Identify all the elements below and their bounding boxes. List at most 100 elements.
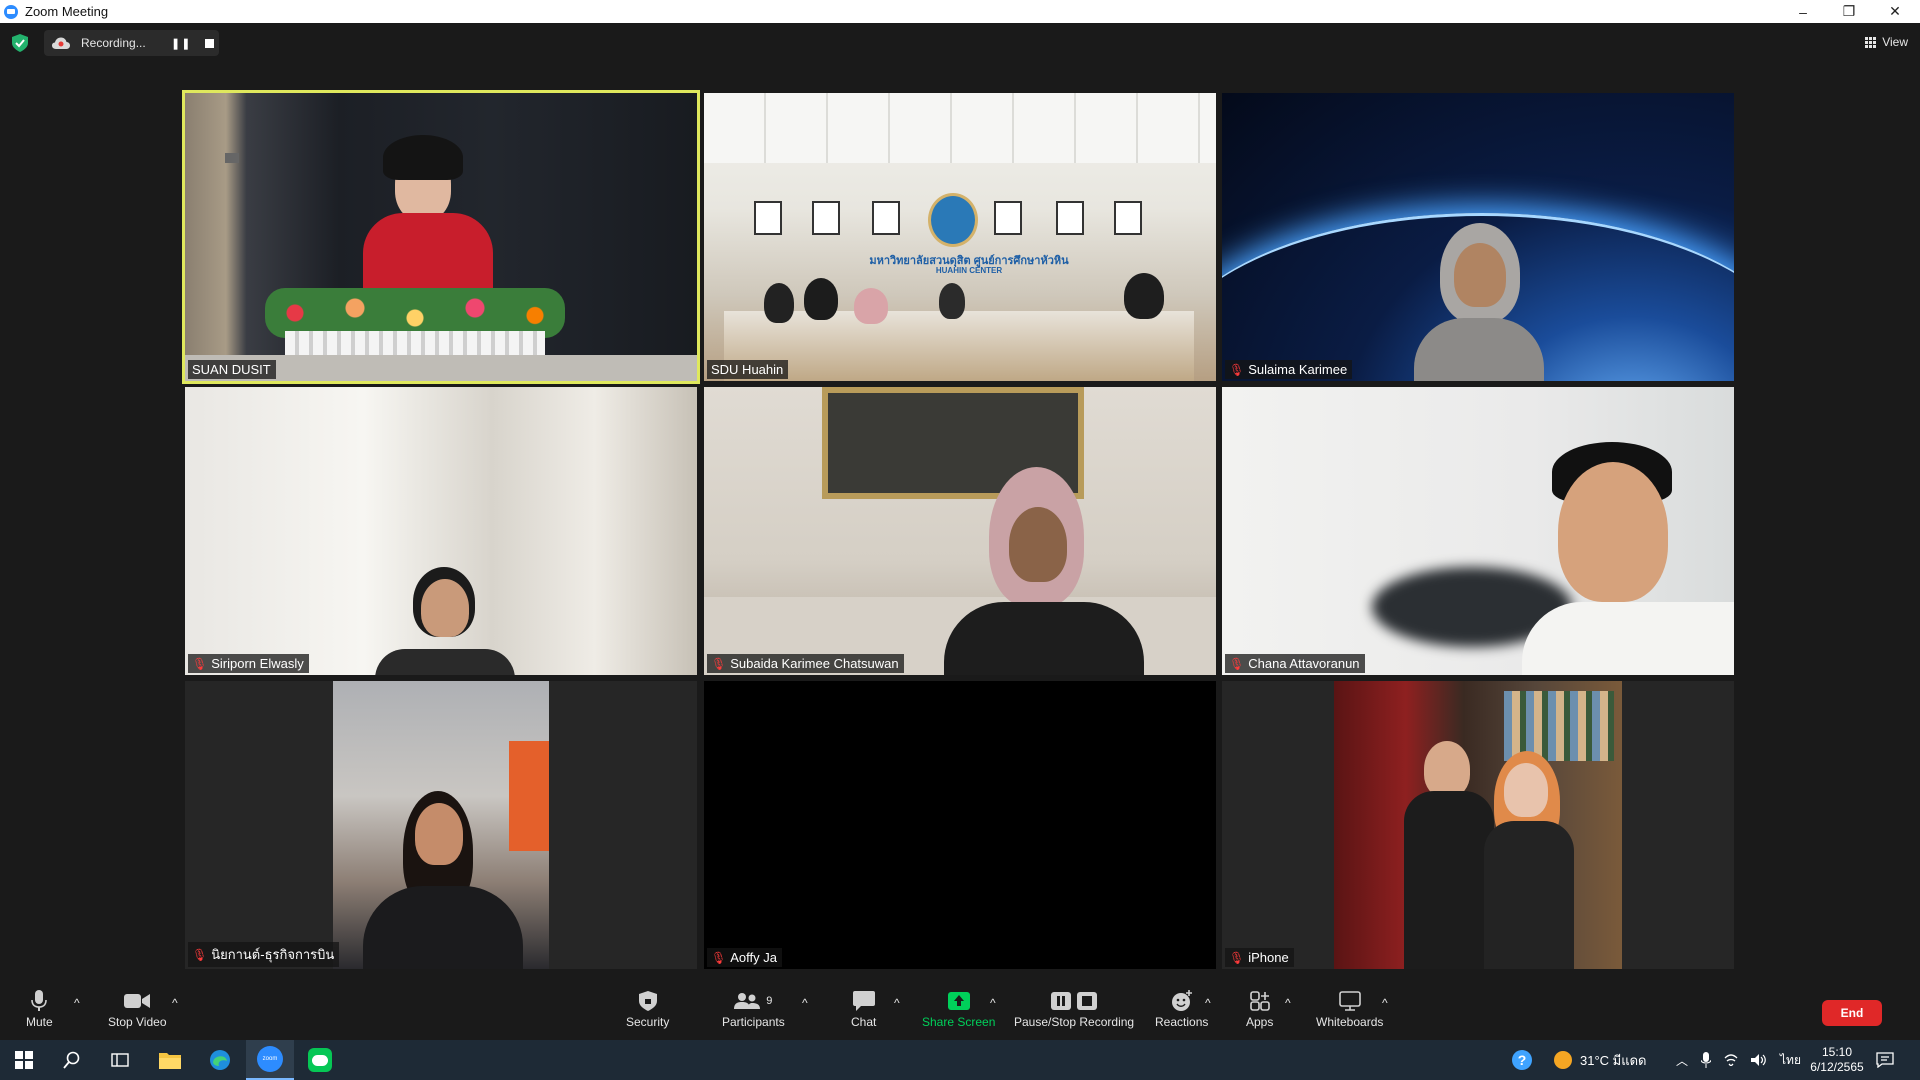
participant-outfit — [1484, 821, 1574, 969]
zoom-taskbar-button[interactable]: zoom — [246, 1040, 294, 1080]
participant-name: Aoffy Ja — [730, 950, 777, 965]
start-button[interactable] — [0, 1040, 48, 1080]
input-language-indicator[interactable]: ไทย — [1780, 1051, 1801, 1070]
volume-icon[interactable] — [1751, 1053, 1767, 1067]
line-app-button[interactable] — [296, 1040, 344, 1080]
participant-face — [1454, 243, 1506, 307]
apps-options-caret[interactable]: ^ — [1285, 996, 1291, 1010]
show-hidden-icons-chevron-icon[interactable]: ︿ — [1676, 1052, 1688, 1069]
video-tile-niyakan[interactable]: 🎙 นิยกานต์-ธุรกิจการบิน — [185, 681, 697, 969]
participants-button[interactable]: 9 Participants — [722, 990, 785, 1029]
participant-shoulders — [944, 602, 1144, 675]
task-view-button[interactable] — [96, 1040, 144, 1080]
participant-name: iPhone — [1248, 950, 1289, 965]
video-tile-chana-attavoranun[interactable]: 🎙 Chana Attavoranun — [1222, 387, 1734, 675]
reactions-label: Reactions — [1155, 1015, 1209, 1029]
clock-date: 6/12/2565 — [1810, 1060, 1864, 1074]
video-tile-sulaima-karimee[interactable]: 🎙 Sulaima Karimee — [1222, 93, 1734, 381]
whiteboard-icon — [1338, 991, 1361, 1011]
participant-face — [1424, 741, 1470, 797]
mute-button[interactable]: Mute — [26, 990, 53, 1029]
window-titlebar: Zoom Meeting – ❐ ✕ — [0, 0, 1920, 23]
video-tile-subaida-karimee-chatsuwan[interactable]: 🎙 Subaida Karimee Chatsuwan — [704, 387, 1216, 675]
weather-widget[interactable]: 31°C มีแดด — [1554, 1040, 1647, 1080]
participant-name: Sulaima Karimee — [1248, 362, 1348, 377]
wifi-icon[interactable] — [1724, 1054, 1738, 1066]
mute-label: Mute — [26, 1015, 53, 1029]
weather-text: 31°C มีแดด — [1580, 1052, 1647, 1068]
participants-options-caret[interactable]: ^ — [802, 996, 808, 1010]
task-view-icon — [111, 1053, 129, 1067]
apps-icon — [1249, 991, 1270, 1011]
participant-name: SDU Huahin — [711, 362, 784, 377]
muted-mic-icon: 🎙 — [192, 947, 208, 962]
participant-face — [415, 803, 463, 865]
system-tray-icons: ︿ ไทย — [1676, 1040, 1801, 1080]
participant-name-tag: 🎙 Chana Attavoranun — [1225, 654, 1365, 673]
video-options-caret[interactable]: ^ — [172, 996, 178, 1010]
participant-shoulders — [375, 649, 515, 675]
reactions-options-caret[interactable]: ^ — [1205, 996, 1211, 1010]
share-screen-button[interactable]: Share Screen — [922, 990, 995, 1029]
close-button[interactable]: ✕ — [1872, 0, 1918, 23]
security-label: Security — [626, 1015, 670, 1029]
attendee — [854, 288, 888, 324]
clock[interactable]: 15:10 6/12/2565 — [1802, 1040, 1872, 1080]
stop-video-button[interactable]: Stop Video — [108, 990, 167, 1029]
meeting-controls: Mute ^ Stop Video ^ Security 9 Participa… — [0, 972, 1920, 1040]
apps-button[interactable]: Apps — [1246, 990, 1273, 1029]
end-meeting-button[interactable]: End — [1822, 1000, 1882, 1026]
view-button[interactable]: View — [1865, 35, 1908, 49]
help-icon-wrapper[interactable]: ? — [1512, 1040, 1532, 1080]
whiteboards-options-caret[interactable]: ^ — [1382, 996, 1388, 1010]
chat-options-caret[interactable]: ^ — [894, 996, 900, 1010]
conference-table — [724, 311, 1194, 381]
sun-weather-icon — [1554, 1051, 1572, 1069]
participant-name-tag: 🎙 Siriporn Elwasly — [188, 654, 309, 673]
participant-name-tag: 🎙 iPhone — [1225, 948, 1294, 967]
wall-portrait — [812, 201, 840, 235]
whiteboards-button[interactable]: Whiteboards — [1316, 990, 1383, 1029]
chat-button[interactable]: Chat — [851, 990, 876, 1029]
edge-browser-button[interactable] — [196, 1040, 244, 1080]
participant-name: Chana Attavoranun — [1248, 656, 1360, 671]
pause-icon — [1051, 992, 1072, 1010]
video-tile-suan-dusit[interactable]: SUAN DUSIT — [182, 90, 700, 384]
participant-shirt — [1522, 602, 1734, 675]
file-explorer-button[interactable] — [146, 1040, 194, 1080]
share-screen-label: Share Screen — [922, 1015, 996, 1029]
video-tile-siriporn-elwasly[interactable]: 🎙 Siriporn Elwasly — [185, 387, 697, 675]
search-icon — [63, 1051, 80, 1069]
share-screen-icon — [947, 992, 970, 1010]
grid-view-icon — [1865, 36, 1877, 48]
reactions-button[interactable]: Reactions — [1155, 990, 1208, 1029]
video-tile-iphone[interactable]: 🎙 iPhone — [1222, 681, 1734, 969]
encryption-shield-icon[interactable] — [12, 34, 28, 52]
stop-recording-button[interactable] — [205, 38, 215, 48]
whiteboards-label: Whiteboards — [1316, 1015, 1384, 1029]
meeting-topbar: Recording... ❚❚ View — [0, 23, 1920, 63]
pause-recording-button[interactable]: ❚❚ — [171, 37, 191, 50]
university-emblem — [928, 193, 978, 247]
security-button[interactable]: Security — [626, 990, 669, 1029]
pause-stop-recording-button[interactable]: Pause/Stop Recording — [1014, 990, 1134, 1029]
participant-face — [1504, 763, 1548, 817]
wall-portrait — [1056, 201, 1084, 235]
tray-microphone-icon[interactable] — [1701, 1052, 1712, 1068]
pause-stop-recording-label: Pause/Stop Recording — [1014, 1015, 1135, 1029]
participant-name: นิยกานต์-ธุรกิจการบิน — [211, 947, 335, 962]
video-tile-aoffy-ja[interactable]: 🎙 Aoffy Ja — [704, 681, 1216, 969]
ceiling — [704, 93, 1216, 163]
video-tile-sdu-huahin[interactable]: มหาวิทยาลัยสวนดุสิต ศูนย์การศึกษาหัวหิน … — [704, 93, 1216, 381]
muted-mic-icon: 🎙 — [1229, 656, 1245, 671]
portrait-video-feed — [333, 681, 549, 969]
folder-icon — [159, 1053, 181, 1069]
restore-button[interactable]: ❐ — [1826, 0, 1872, 23]
notifications-button[interactable] — [1876, 1040, 1894, 1080]
share-options-caret[interactable]: ^ — [990, 996, 996, 1010]
minimize-button[interactable]: – — [1780, 0, 1826, 23]
reactions-smiley-icon — [1171, 990, 1192, 1011]
audio-options-caret[interactable]: ^ — [74, 996, 80, 1010]
search-button[interactable] — [48, 1040, 96, 1080]
windows-logo-icon — [15, 1051, 33, 1069]
